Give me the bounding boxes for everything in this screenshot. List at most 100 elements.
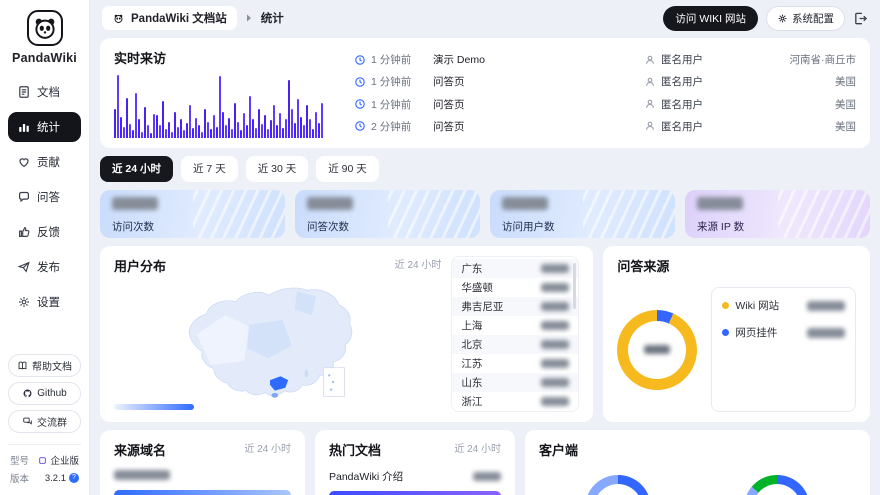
- topbar-actions: 访问 WIKI 网站 系统配置: [663, 6, 868, 31]
- time-range-tabs: 近 24 小时 近 7 天 近 30 天 近 90 天: [100, 156, 870, 182]
- github-label: Github: [37, 388, 66, 399]
- qa-sources-title: 问答来源: [617, 256, 856, 275]
- map-density-legend: [114, 404, 194, 410]
- china-map[interactable]: [114, 277, 441, 403]
- github-icon: [22, 388, 33, 399]
- realtime-row[interactable]: 1 分钟前 问答页 匿名用户 美国: [354, 94, 856, 115]
- user-distribution-card: 用户分布 近 24 小时: [100, 246, 593, 422]
- logout-icon[interactable]: [853, 11, 868, 26]
- realtime-bar: [138, 119, 140, 138]
- realtime-bar: [225, 125, 227, 138]
- tab-90d[interactable]: 近 90 天: [316, 156, 379, 182]
- realtime-row[interactable]: 1 分钟前 演示 Demo 匿名用户 河南省·商丘市: [354, 49, 856, 70]
- realtime-bar: [222, 112, 224, 138]
- book-icon: [17, 360, 28, 371]
- legend-item-wiki: Wiki 网站: [722, 298, 845, 313]
- visit-location: 河南省·商丘市: [736, 52, 856, 67]
- github-button[interactable]: Github: [8, 382, 81, 405]
- realtime-bar: [252, 119, 254, 138]
- visit-time: 1 分钟前: [371, 97, 433, 112]
- sidebar-item-stats[interactable]: 统计: [8, 112, 81, 142]
- client-donuts: [539, 475, 856, 495]
- breadcrumb-site-chip[interactable]: PandaWiki 文档站: [102, 6, 237, 30]
- realtime-bar: [123, 127, 125, 138]
- sidebar-item-feedback[interactable]: 反馈: [8, 217, 81, 247]
- realtime-bar: [219, 76, 221, 138]
- legend-item-widget: 网页挂件: [722, 325, 845, 340]
- region-value-blurred: [541, 359, 569, 368]
- sidebar-footer: 帮助文档 Github 交流群 型号: [8, 354, 81, 487]
- realtime-bar: [267, 129, 269, 138]
- sidebar-item-settings[interactable]: 设置: [8, 287, 81, 317]
- stat-label: 访问次数: [112, 219, 273, 234]
- visit-page[interactable]: 问答页: [433, 97, 644, 112]
- realtime-bar: [210, 129, 212, 138]
- realtime-bar-chart: [114, 75, 332, 138]
- clock-icon: [354, 98, 366, 110]
- stat-card-users: 访问用户数: [490, 190, 675, 238]
- chat-bubble-icon: [17, 190, 31, 204]
- visit-page[interactable]: 演示 Demo: [433, 52, 644, 67]
- sidebar-item-docs[interactable]: 文档: [8, 77, 81, 107]
- realtime-bar: [249, 96, 251, 138]
- community-label: 交流群: [37, 414, 67, 429]
- sidebar-item-label: 反馈: [37, 224, 60, 240]
- community-button[interactable]: 交流群: [8, 410, 81, 433]
- system-config-button[interactable]: 系统配置: [766, 6, 845, 31]
- user-icon: [644, 76, 656, 88]
- clock-icon: [354, 76, 366, 88]
- visit-time: 1 分钟前: [371, 74, 433, 89]
- visit-user: 匿名用户: [644, 97, 736, 112]
- region-value-blurred: [541, 302, 569, 311]
- realtime-bar: [201, 132, 203, 138]
- app-root: PandaWiki 文档 统计 贡献: [0, 0, 880, 495]
- sidebar-item-label: 发布: [37, 259, 60, 275]
- realtime-bar: [207, 122, 209, 138]
- hot-doc-row[interactable]: PandaWiki 介绍: [329, 469, 501, 484]
- edition-label: 型号: [10, 453, 29, 467]
- sidebar-item-release[interactable]: 发布: [8, 252, 81, 282]
- gear-icon: [777, 13, 788, 24]
- user-icon: [644, 98, 656, 110]
- realtime-row[interactable]: 1 分钟前 问答页 匿名用户 美国: [354, 71, 856, 92]
- sidebar-item-label: 设置: [37, 294, 60, 310]
- tab-30d[interactable]: 近 30 天: [246, 156, 309, 182]
- stat-cards: 访问次数 问答次数 访问用户数 来源 IP 数: [100, 190, 870, 238]
- domain-bar: [114, 490, 291, 495]
- realtime-bar: [306, 105, 308, 138]
- stat-card-qa-count: 问答次数: [295, 190, 480, 238]
- version-info-icon[interactable]: ?: [69, 473, 79, 483]
- heart-hand-icon: [17, 155, 31, 169]
- visit-page[interactable]: 问答页: [433, 74, 644, 89]
- system-config-label: 系统配置: [792, 11, 834, 26]
- edition-value: 企业版: [50, 453, 79, 467]
- realtime-row[interactable]: 2 分钟前 问答页 匿名用户 美国: [354, 116, 856, 137]
- region-list-scrollbar[interactable]: [573, 263, 576, 309]
- version-row: 版本 3.2.1 ?: [8, 469, 81, 487]
- visit-page[interactable]: 问答页: [433, 119, 644, 134]
- realtime-bar: [153, 114, 155, 138]
- hot-doc-bar: [329, 491, 501, 495]
- tab-24h[interactable]: 近 24 小时: [100, 156, 173, 182]
- realtime-bar: [264, 115, 266, 138]
- sidebar-meta: 型号 企业版 版本 3.2.1 ?: [8, 444, 81, 487]
- realtime-bar: [276, 125, 278, 138]
- tab-7d[interactable]: 近 7 天: [181, 156, 238, 182]
- realtime-bar: [246, 125, 248, 138]
- version-label: 版本: [10, 471, 29, 485]
- realtime-bar: [231, 129, 233, 138]
- visit-wiki-button[interactable]: 访问 WIKI 网站: [663, 6, 758, 31]
- sidebar-item-contribution[interactable]: 贡献: [8, 147, 81, 177]
- realtime-bar: [198, 125, 200, 138]
- realtime-bar: [171, 132, 173, 138]
- realtime-bar: [228, 118, 230, 138]
- region-row: 上海: [452, 316, 578, 335]
- region-row: 弗吉尼亚: [452, 297, 578, 316]
- realtime-bar: [147, 125, 149, 138]
- realtime-bar: [234, 103, 236, 138]
- help-docs-button[interactable]: 帮助文档: [8, 354, 81, 377]
- client-donut-chart: [585, 475, 651, 495]
- realtime-bar: [312, 129, 314, 138]
- domain-name-blurred: [114, 470, 170, 480]
- sidebar-item-qa[interactable]: 问答: [8, 182, 81, 212]
